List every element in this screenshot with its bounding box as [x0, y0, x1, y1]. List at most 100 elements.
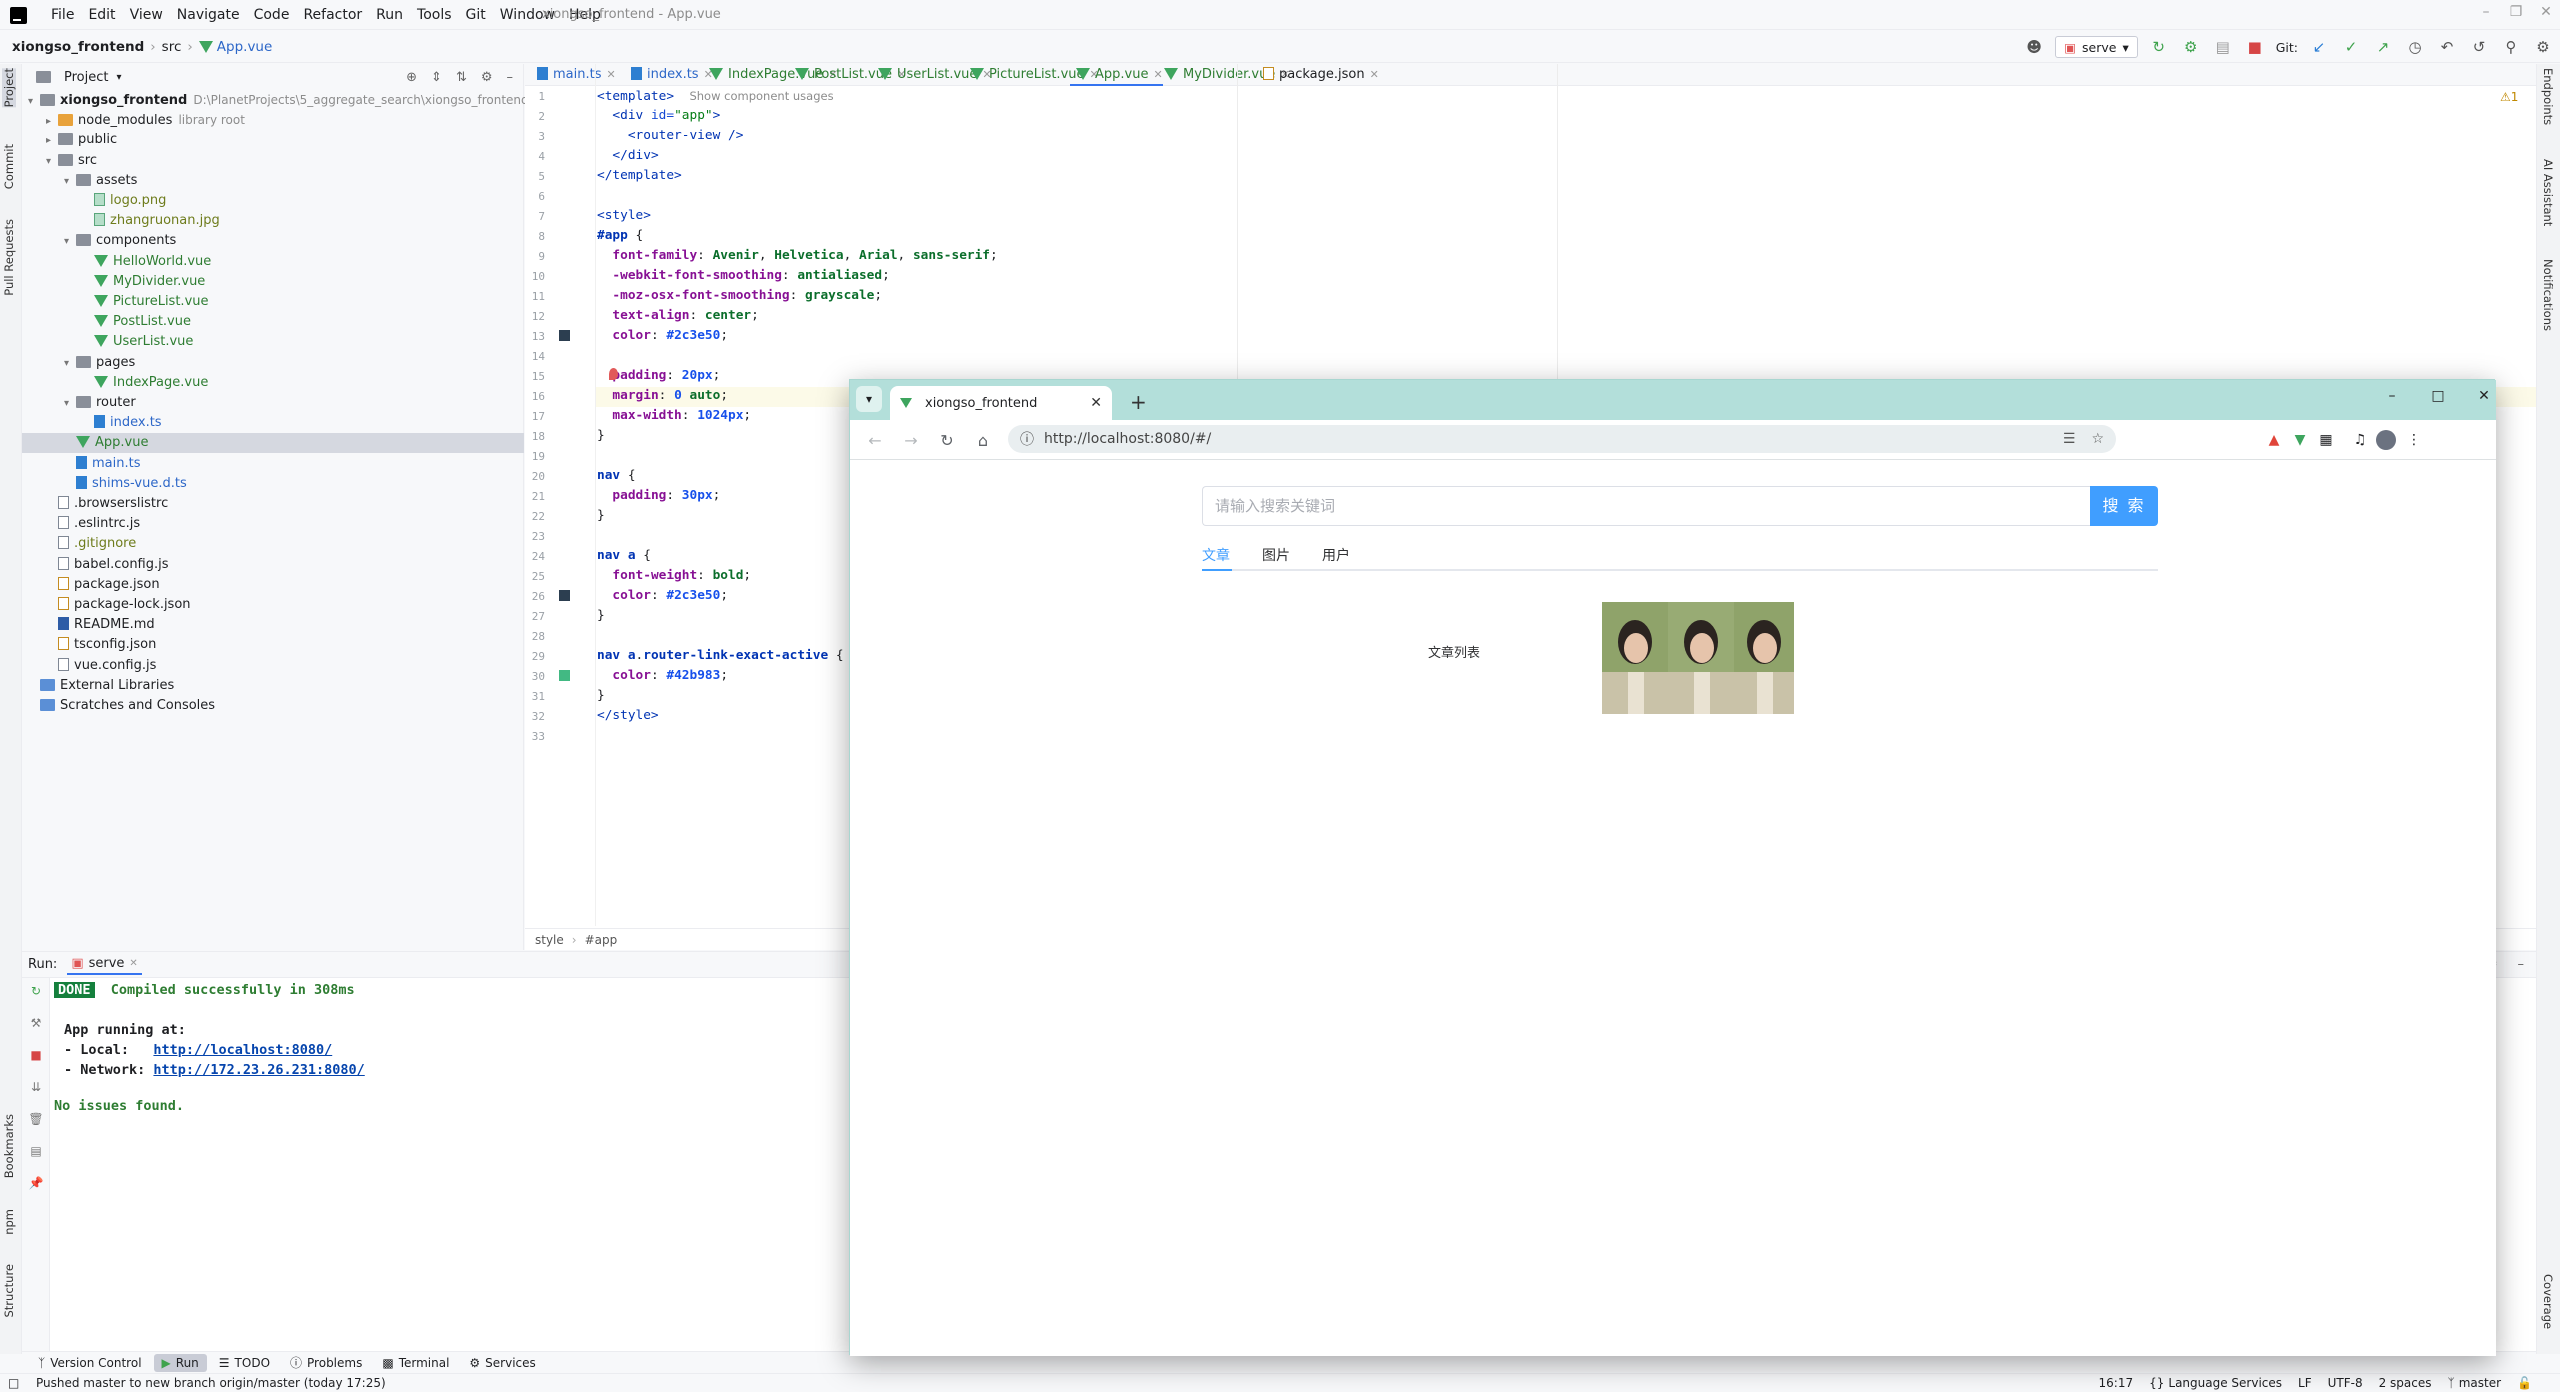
- file-encoding[interactable]: UTF-8: [2328, 1376, 2363, 1390]
- tree-item[interactable]: App.vue: [22, 433, 524, 454]
- tree-item[interactable]: shims-vue.d.ts: [22, 474, 524, 494]
- local-url-link[interactable]: http://localhost:8080/: [153, 1042, 332, 1058]
- crumb-file[interactable]: App.vue: [217, 39, 273, 55]
- trash-icon[interactable]: 🗑: [28, 1112, 44, 1128]
- tool-pull-requests[interactable]: Pull Requests: [2, 219, 16, 296]
- hide-icon[interactable]: –: [507, 70, 514, 85]
- git-commit-icon[interactable]: ✓: [2340, 36, 2362, 58]
- site-info-icon[interactable]: ⓘ: [1020, 429, 1034, 449]
- network-url-link[interactable]: http://172.23.26.231:8080/: [153, 1062, 364, 1078]
- browser-tab[interactable]: xiongso_frontend ✕: [890, 386, 1112, 420]
- menu-code[interactable]: Code: [247, 6, 297, 24]
- crumb-folder[interactable]: src: [162, 39, 182, 55]
- caret-position[interactable]: 16:17: [2099, 1376, 2134, 1390]
- tab-run[interactable]: ▶ Run: [153, 1353, 207, 1372]
- tab-todo[interactable]: ☰ TODO: [211, 1354, 278, 1372]
- restore-icon[interactable]: ❐: [2506, 4, 2526, 26]
- address-bar[interactable]: ⓘ http://localhost:8080/#/ ☰ ☆: [1008, 425, 2116, 453]
- close-tab-icon[interactable]: ✕: [606, 68, 615, 81]
- minimize-icon[interactable]: –: [2378, 388, 2406, 412]
- tree-item[interactable]: UserList.vue: [22, 332, 524, 352]
- tree-item[interactable]: PictureList.vue: [22, 292, 524, 312]
- tree-item[interactable]: logo.png: [22, 191, 524, 211]
- project-panel-title[interactable]: Project: [64, 70, 108, 85]
- chevron-down-icon[interactable]: ▾: [64, 172, 76, 192]
- menu-file[interactable]: File: [44, 6, 81, 24]
- photo-thumbnail[interactable]: [1602, 602, 1668, 714]
- chevron-right-icon[interactable]: ▸: [46, 131, 58, 151]
- tool-ai-assistant[interactable]: AI Assistant: [2541, 159, 2555, 226]
- maximize-icon[interactable]: □: [2424, 388, 2452, 412]
- tree-item[interactable]: .gitignore: [22, 534, 524, 554]
- tree-item[interactable]: ▸ node_modules library root: [22, 110, 524, 130]
- menu-git[interactable]: Git: [459, 6, 493, 24]
- close-icon[interactable]: ✕: [129, 958, 137, 969]
- pin-icon[interactable]: 📌: [28, 1176, 44, 1192]
- tree-item[interactable]: MyDivider.vue: [22, 272, 524, 292]
- tool-coverage[interactable]: Coverage: [2541, 1274, 2555, 1329]
- run-config-selector[interactable]: ▣ serve ▾: [2055, 36, 2138, 58]
- close-tab-icon[interactable]: ✕: [1370, 68, 1379, 81]
- profile-avatar[interactable]: [2376, 430, 2396, 450]
- rerun-icon[interactable]: ↻: [28, 984, 44, 1000]
- tab-users[interactable]: 用户: [1322, 545, 1350, 565]
- photo-thumbnail[interactable]: [1734, 602, 1794, 714]
- layout-icon[interactable]: ▤: [28, 1144, 44, 1160]
- tree-item[interactable]: vue.config.js: [22, 656, 524, 676]
- tree-item[interactable]: package.json: [22, 575, 524, 595]
- chevron-down-icon[interactable]: ▾: [64, 354, 76, 374]
- editor-tab[interactable]: index.ts ✕: [625, 64, 713, 86]
- editor-tab[interactable]: package.json ✕: [1257, 64, 1379, 86]
- debug-icon[interactable]: ⚙: [2180, 36, 2202, 58]
- tree-item[interactable]: tsconfig.json: [22, 635, 524, 655]
- tool-notifications[interactable]: Notifications: [2541, 259, 2555, 331]
- color-swatch[interactable]: [559, 590, 570, 601]
- tool-bookmarks[interactable]: Bookmarks: [2, 1114, 16, 1178]
- tree-item[interactable]: ▾ components: [22, 231, 524, 251]
- tree-item[interactable]: External Libraries: [22, 676, 524, 696]
- language-services-widget[interactable]: {} Language Services: [2149, 1376, 2282, 1390]
- stop-icon[interactable]: ■: [2244, 36, 2266, 58]
- back-icon[interactable]: ↺: [2468, 36, 2490, 58]
- tree-item[interactable]: babel.config.js: [22, 555, 524, 575]
- collapse-all-icon[interactable]: ⇅: [456, 70, 467, 85]
- menu-navigate[interactable]: Navigate: [170, 6, 247, 24]
- back-arrow-icon[interactable]: ←: [864, 430, 886, 452]
- home-icon[interactable]: ⌂: [972, 430, 994, 452]
- more-menu-icon[interactable]: ⋮: [2404, 430, 2424, 450]
- menu-refactor[interactable]: Refactor: [296, 6, 369, 24]
- tree-item[interactable]: package-lock.json: [22, 595, 524, 615]
- run-tab-serve[interactable]: ▣ serve ✕: [67, 954, 142, 975]
- chevron-down-icon[interactable]: ▾: [28, 92, 40, 112]
- tool-structure[interactable]: Structure: [2, 1264, 16, 1318]
- tab-search-icon[interactable]: ▾: [856, 386, 882, 412]
- new-tab-icon[interactable]: +: [1130, 390, 1147, 414]
- menu-view[interactable]: View: [123, 6, 170, 24]
- tree-item[interactable]: index.ts: [22, 413, 524, 433]
- git-push-icon[interactable]: ↗: [2372, 36, 2394, 58]
- color-swatch[interactable]: [559, 330, 570, 341]
- history-icon[interactable]: ◷: [2404, 36, 2426, 58]
- tree-item[interactable]: README.md: [22, 615, 524, 635]
- search-icon[interactable]: ⚲: [2500, 36, 2522, 58]
- forward-arrow-icon[interactable]: →: [900, 430, 922, 452]
- status-toggle-icon[interactable]: □: [8, 1376, 19, 1390]
- rerun-icon[interactable]: ↻: [2148, 36, 2170, 58]
- tree-item[interactable]: zhangruonan.jpg: [22, 211, 524, 231]
- locate-icon[interactable]: ⊕: [406, 70, 417, 85]
- tab-problems[interactable]: ⓘ Problems: [282, 1352, 370, 1373]
- tab-services[interactable]: ⚙ Services: [461, 1354, 543, 1372]
- lock-icon[interactable]: 🔓: [2517, 1376, 2532, 1390]
- close-tab-icon[interactable]: ✕: [1090, 395, 1102, 411]
- vue-devtools-icon[interactable]: ▼: [2290, 430, 2310, 450]
- chevron-right-icon[interactable]: ▸: [46, 112, 58, 132]
- settings-gear-icon[interactable]: ⚙: [2532, 36, 2554, 58]
- tab-pictures[interactable]: 图片: [1262, 545, 1290, 565]
- coverage-icon[interactable]: ▤: [2212, 36, 2234, 58]
- media-controls-icon[interactable]: ♫: [2350, 430, 2370, 450]
- tool-npm[interactable]: npm: [2, 1209, 16, 1235]
- indent-setting[interactable]: 2 spaces: [2379, 1376, 2432, 1390]
- close-icon[interactable]: ✕: [2536, 4, 2556, 26]
- tool-commit[interactable]: Commit: [2, 144, 16, 189]
- tree-item[interactable]: main.ts: [22, 454, 524, 474]
